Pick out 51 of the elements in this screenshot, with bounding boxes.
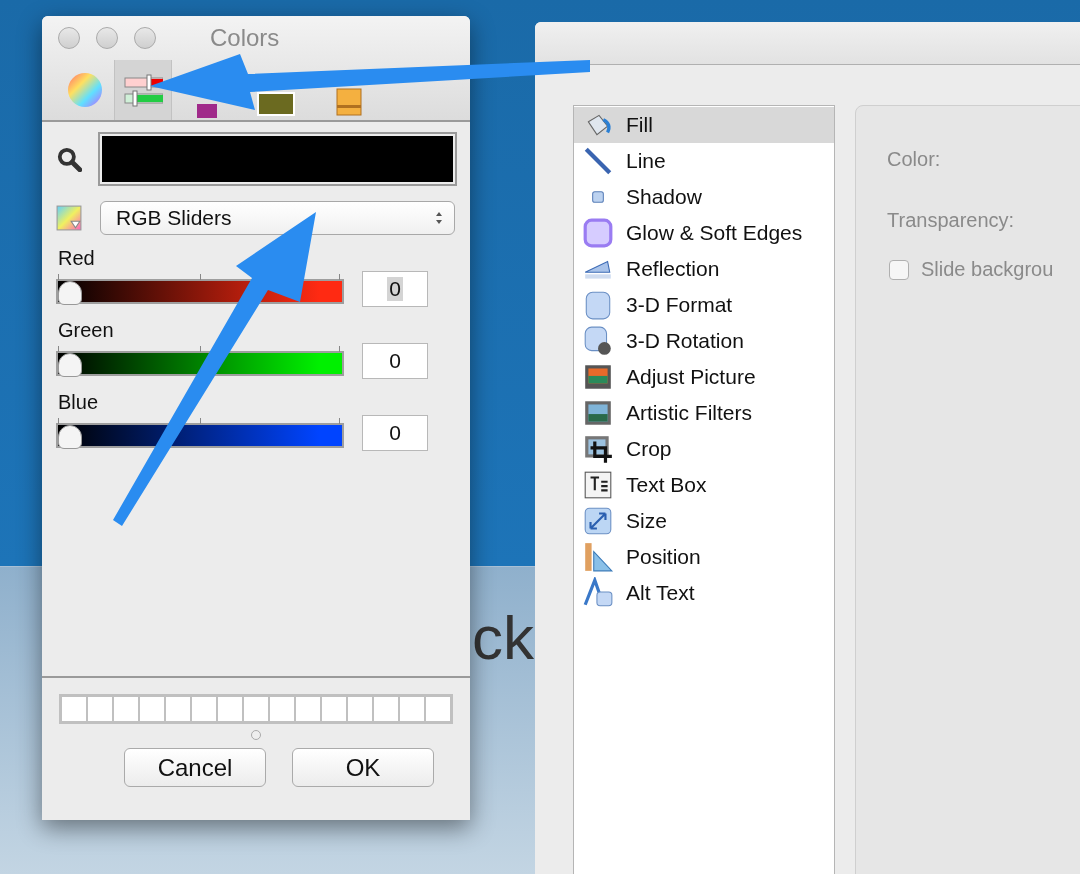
category-item[interactable]: Size bbox=[574, 503, 834, 539]
category-item[interactable]: Adjust Picture bbox=[574, 359, 834, 395]
color-well[interactable] bbox=[100, 134, 455, 184]
rotation3d-icon bbox=[582, 325, 614, 357]
category-item[interactable]: Line bbox=[574, 143, 834, 179]
palette-icon bbox=[196, 104, 218, 118]
value-field[interactable]: 0 bbox=[362, 343, 428, 379]
category-item[interactable]: Fill bbox=[574, 107, 834, 143]
slider-label: Red bbox=[58, 247, 96, 269]
color-wheel-icon bbox=[65, 70, 105, 110]
category-item[interactable]: 3-D Rotation bbox=[574, 323, 834, 359]
value-field[interactable]: 0 bbox=[362, 271, 428, 307]
pencil-icon bbox=[336, 88, 362, 116]
size-icon bbox=[582, 505, 614, 537]
image-icon bbox=[257, 92, 295, 116]
category-item[interactable]: Glow & Soft Edges bbox=[574, 215, 834, 251]
slider-thumb[interactable] bbox=[58, 352, 82, 377]
category-item[interactable]: Position bbox=[574, 539, 834, 575]
category-item[interactable]: Reflection bbox=[574, 251, 834, 287]
glow-icon bbox=[582, 217, 614, 249]
category-item[interactable]: 3-D Format bbox=[574, 287, 834, 323]
category-item[interactable]: Crop bbox=[574, 431, 834, 467]
picker-tab[interactable] bbox=[114, 60, 172, 120]
picker-tab[interactable] bbox=[196, 104, 218, 118]
category-item[interactable]: Shadow bbox=[574, 179, 834, 215]
category-item[interactable]: Alt Text bbox=[574, 575, 834, 611]
value-field[interactable]: 0 bbox=[362, 415, 428, 451]
alttext-icon bbox=[582, 577, 614, 609]
crop-icon bbox=[582, 433, 614, 465]
slider-label: Blue bbox=[58, 391, 100, 413]
slider-thumb[interactable] bbox=[58, 424, 82, 449]
window-title: Colors bbox=[210, 24, 280, 52]
category-item[interactable]: Text Box bbox=[574, 467, 834, 503]
checkbox-label: Slide backgrou bbox=[921, 258, 1054, 281]
line-icon bbox=[582, 145, 614, 177]
resize-handle[interactable] bbox=[251, 730, 261, 740]
dialog-button[interactable]: Cancel bbox=[124, 748, 266, 787]
category-item[interactable]: Artistic Filters bbox=[574, 395, 834, 431]
magnifier-icon[interactable] bbox=[56, 146, 82, 172]
dialog-button[interactable]: OK bbox=[292, 748, 434, 787]
color-label: Color: bbox=[887, 148, 942, 171]
slider-label: Green bbox=[58, 319, 115, 341]
textbox-icon bbox=[582, 469, 614, 501]
updown-arrows-icon bbox=[434, 210, 444, 226]
slider-thumb[interactable] bbox=[58, 280, 82, 305]
checkbox[interactable] bbox=[889, 259, 909, 280]
transparency-label: Transparency: bbox=[887, 209, 1016, 232]
position-icon bbox=[582, 541, 614, 573]
swatch-strip[interactable] bbox=[59, 694, 453, 724]
slide-title: ck bbox=[472, 607, 534, 669]
mode-dropdown[interactable]: RGB Sliders bbox=[100, 201, 455, 235]
